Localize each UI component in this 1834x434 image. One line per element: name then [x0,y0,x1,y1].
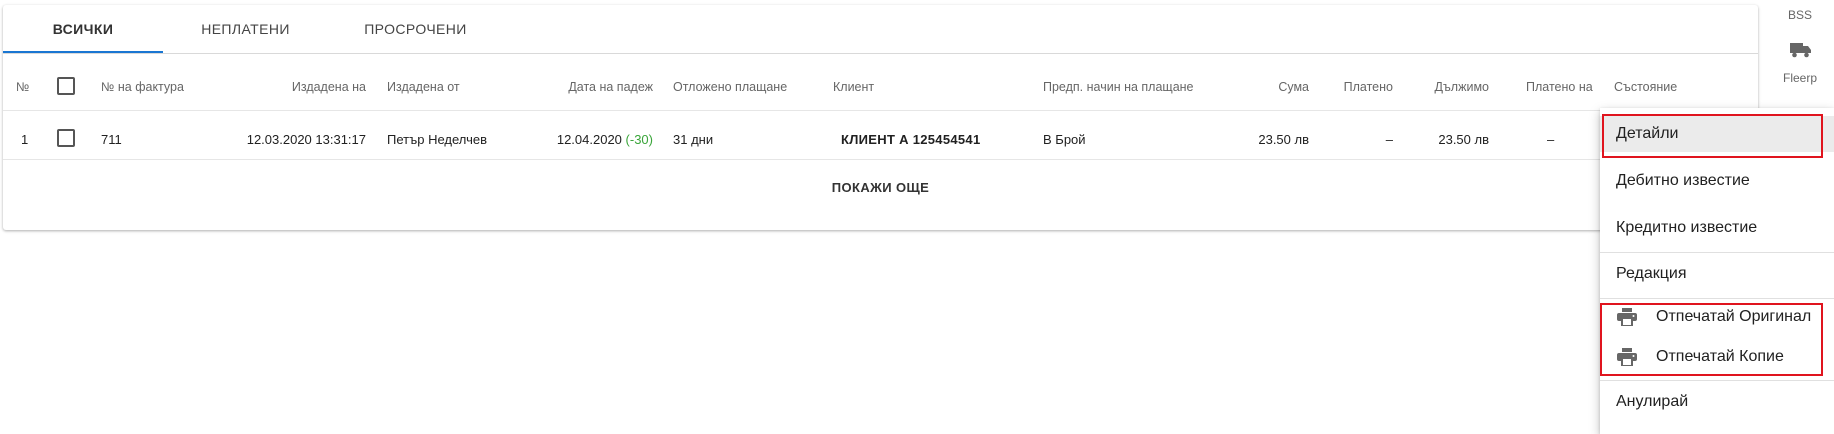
header-client[interactable]: Клиент [833,80,874,94]
tab-unpaid[interactable]: НЕПЛАТЕНИ [163,5,328,53]
menu-separator [1600,380,1834,381]
menu-item-credit-note[interactable]: Кредитно известие [1600,210,1834,246]
show-more-button[interactable]: ПОКАЖИ ОЩЕ [3,180,1758,195]
header-invoice-no[interactable]: № на фактура [101,80,184,94]
highlight-box-details [1602,114,1823,158]
tab-all[interactable]: ВСИЧКИ [3,5,163,53]
row-divider [3,159,1758,160]
row-issued-on: 12.03.2020 13:31:17 [246,132,366,147]
header-issued-on[interactable]: Издадена на [233,80,366,94]
header-status[interactable]: Състояние [1614,80,1677,94]
row-client: КЛИЕНТ А 125454541 [841,132,981,147]
row-paid: – [1385,132,1393,147]
rail-item-label: Fleerp [1782,71,1817,85]
row-due-offset: (-30) [625,132,653,147]
menu-item-cancel-invoice[interactable]: Анулирай [1600,384,1834,420]
row-num: 1 [21,132,29,147]
menu-separator [1600,252,1834,253]
header-issued-by[interactable]: Издадена от [387,80,460,94]
header-deferred[interactable]: Отложено плащане [673,80,787,94]
tab-overdue[interactable]: ПРОСРОЧЕНИ [328,5,503,53]
active-tab-indicator [3,51,163,53]
row-owed: 23.50 лв [1438,132,1489,147]
row-invoice-no: 711 [101,132,122,147]
menu-item-label: Кредитно известие [1616,219,1758,236]
header-paid-on[interactable]: Платено на [1526,80,1593,94]
truck-icon [1790,43,1811,58]
menu-item-label: Анулирай [1616,393,1689,410]
header-payment-method[interactable]: Предп. начин на плащане [1043,80,1194,94]
select-all-checkbox[interactable] [57,77,75,95]
menu-separator [1600,298,1834,299]
header-paid[interactable]: Платено [1323,80,1393,94]
tab-bar: ВСИЧКИ НЕПЛАТЕНИ ПРОСРОЧЕНИ [3,5,1758,54]
menu-item-debit-note[interactable]: Дебитно известие [1600,163,1834,199]
row-amount: 23.50 лв [1258,132,1309,147]
row-payment-method: В Брой [1043,132,1086,147]
row-checkbox[interactable] [57,129,75,147]
invoices-card: ВСИЧКИ НЕПЛАТЕНИ ПРОСРОЧЕНИ № № на факту… [3,5,1758,230]
row-issued-by: Петър Неделчев [387,132,487,147]
header-divider [3,110,1758,111]
row-due-date: 12.04.2020 [556,132,622,147]
menu-item-label: Редакция [1616,265,1687,282]
header-amount[interactable]: Сума [1233,80,1309,94]
header-due-date[interactable]: Дата на падеж [513,80,653,94]
row-due-date-cell: 12.04.2020 (-30) [513,132,653,147]
menu-item-edit[interactable]: Редакция [1600,256,1834,292]
header-owed[interactable]: Дължимо [1403,80,1489,94]
highlight-box-print [1600,303,1823,376]
rail-label-bss[interactable]: BSS [1766,8,1834,22]
header-num: № [16,80,30,94]
menu-item-label: Дебитно известие [1616,172,1750,189]
row-deferred: 31 дни [673,132,714,147]
row-paid-on: – [1547,132,1555,147]
